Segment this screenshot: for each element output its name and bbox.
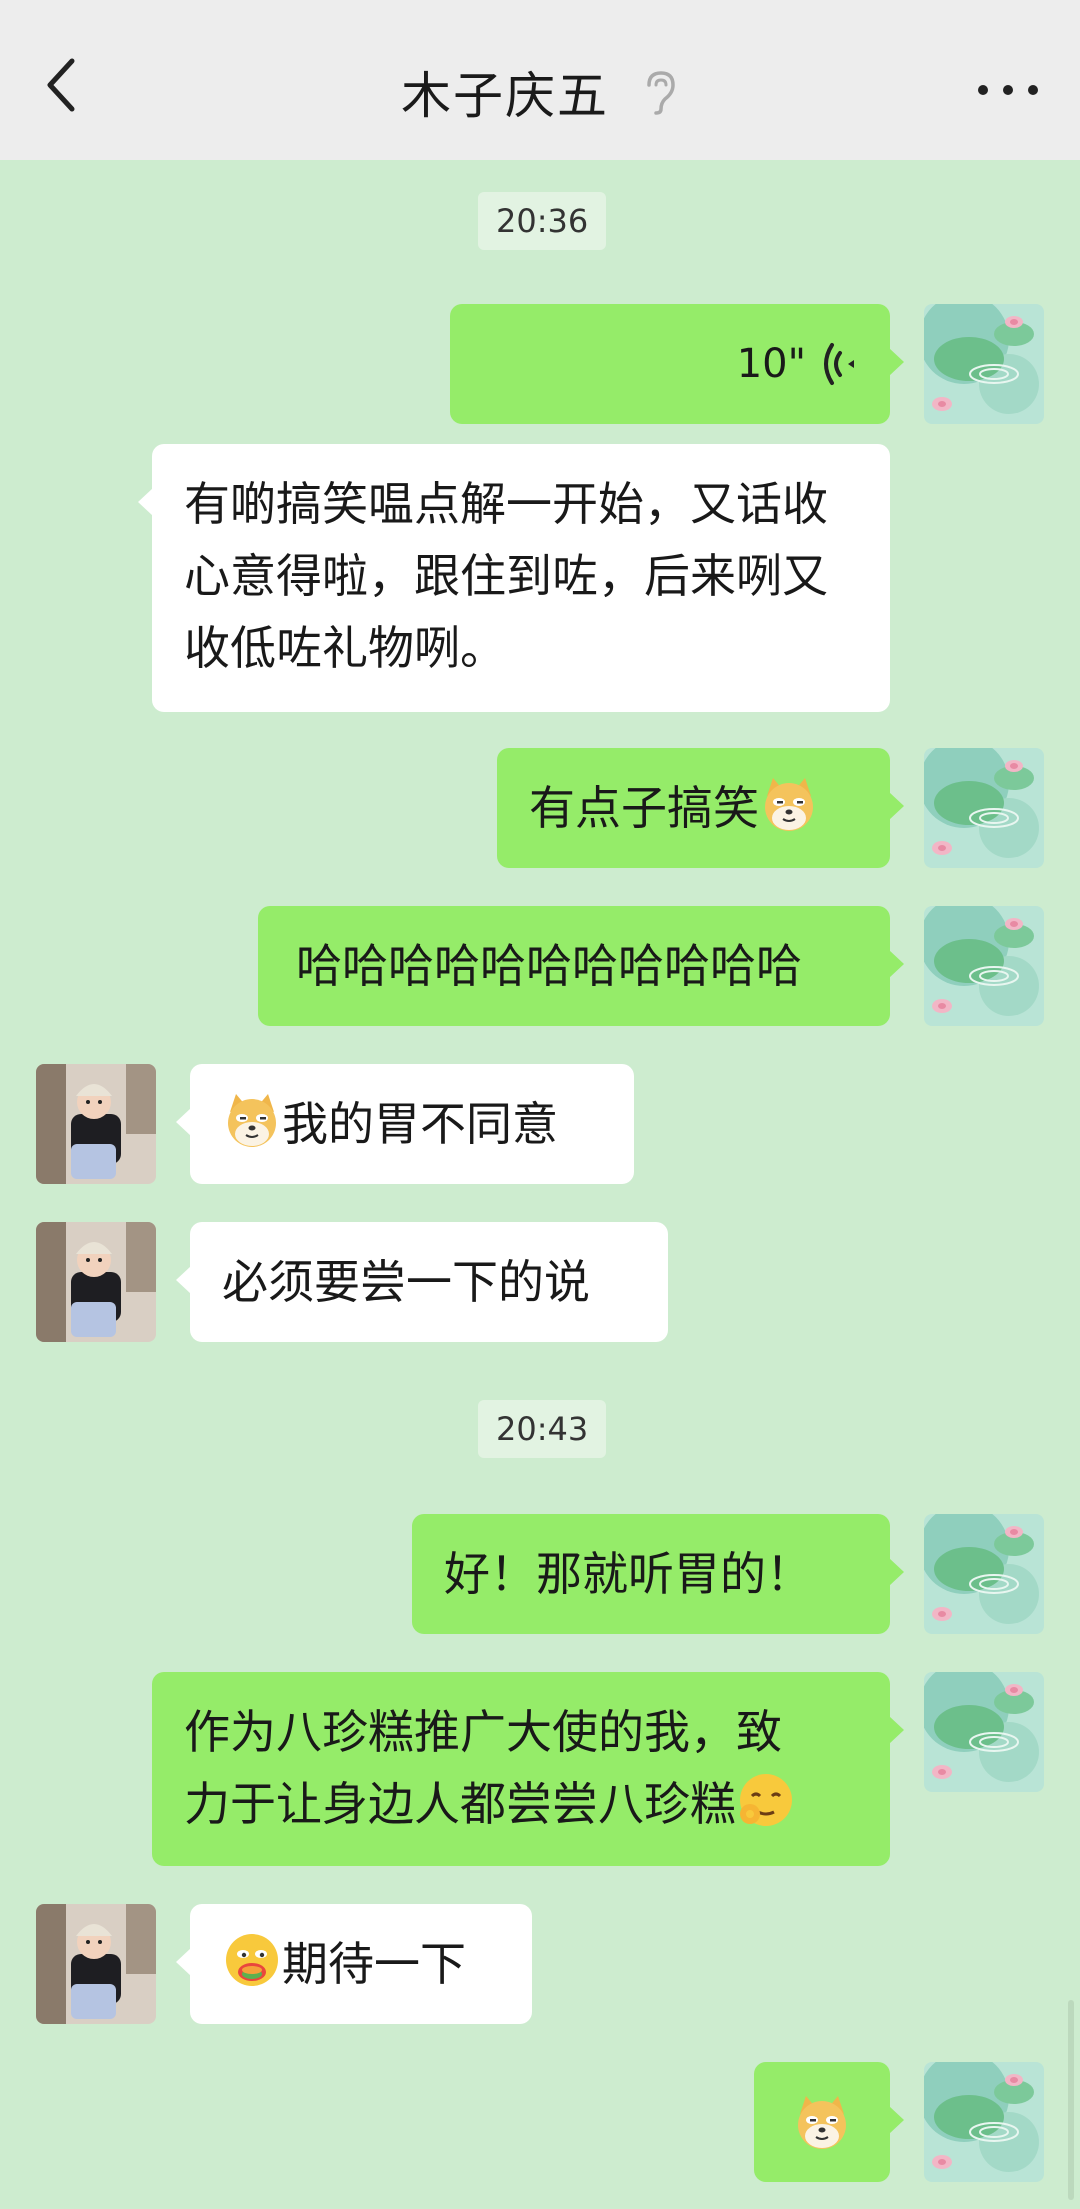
more-dot-icon [1003,85,1013,95]
message-text: 好！那就听胃的！ [444,1547,812,1601]
my-avatar[interactable] [924,748,1044,868]
chat-title: 木子庆五 [401,67,609,125]
yum-emoji-icon [222,1930,282,1990]
timestamp: 20:36 [478,192,607,250]
voice-message[interactable]: 10" [450,304,904,424]
voice-duration: 10" [736,341,806,387]
more-dot-icon [978,85,988,95]
chat-header: 木子庆五 [0,0,1080,160]
message-bubble[interactable]: 期待一下 [176,1904,532,2024]
my-avatar[interactable] [924,2062,1044,2182]
message-bubble[interactable]: 有啲搞笑嗢点解一开始，又话收心意得啦，跟住到咗，后来咧又收低咗礼物咧。 [138,444,890,712]
earpiece-mode-icon [639,69,679,115]
message-bubble[interactable]: 好！那就听胃的！ [412,1514,904,1634]
doge-emoji-icon [792,2092,852,2152]
more-options-button[interactable] [978,70,1038,110]
message-text: 必须要尝一下的说 [222,1255,590,1309]
chat-title-area: 木子庆五 [0,56,1080,128]
scrollbar[interactable] [1068,2000,1074,2200]
message-text: 哈哈哈哈哈哈哈哈哈哈哈 [296,939,802,993]
contact-avatar[interactable] [36,1904,156,2024]
ok-hand-emoji-icon [736,1770,796,1830]
my-avatar[interactable] [924,906,1044,1026]
message-text-line: 力于让身边人都尝尝八珍糕 [184,1777,736,1831]
message-bubble[interactable]: 哈哈哈哈哈哈哈哈哈哈哈 [258,906,904,1026]
doge-emoji-icon [759,774,819,834]
message-bubble[interactable]: 有点子搞笑 [497,748,904,868]
voice-wave-icon [824,343,854,385]
message-bubble[interactable]: 必须要尝一下的说 [176,1222,668,1342]
message-text: 期待一下 [282,1937,466,1991]
my-avatar[interactable] [924,1672,1044,1792]
my-avatar[interactable] [924,304,1044,424]
my-avatar[interactable] [924,1514,1044,1634]
message-bubble[interactable]: 作为八珍糕推广大使的我，致 力于让身边人都尝尝八珍糕 [152,1672,904,1866]
contact-avatar[interactable] [36,1064,156,1184]
doge-emoji-icon [222,1090,282,1150]
timestamp: 20:43 [478,1400,607,1458]
message-bubble[interactable]: 我的胃不同意 [176,1064,634,1184]
message-text: 有啲搞笑嗢点解一开始，又话收心意得啦，跟住到咗，后来咧又收低咗礼物咧。 [184,477,828,675]
message-text: 我的胃不同意 [282,1097,558,1151]
message-text-line: 作为八珍糕推广大使的我，致 [184,1705,782,1759]
contact-avatar[interactable] [36,1222,156,1342]
message-bubble[interactable] [754,2062,904,2182]
more-dot-icon [1028,85,1038,95]
message-text: 有点子搞笑 [529,781,759,835]
